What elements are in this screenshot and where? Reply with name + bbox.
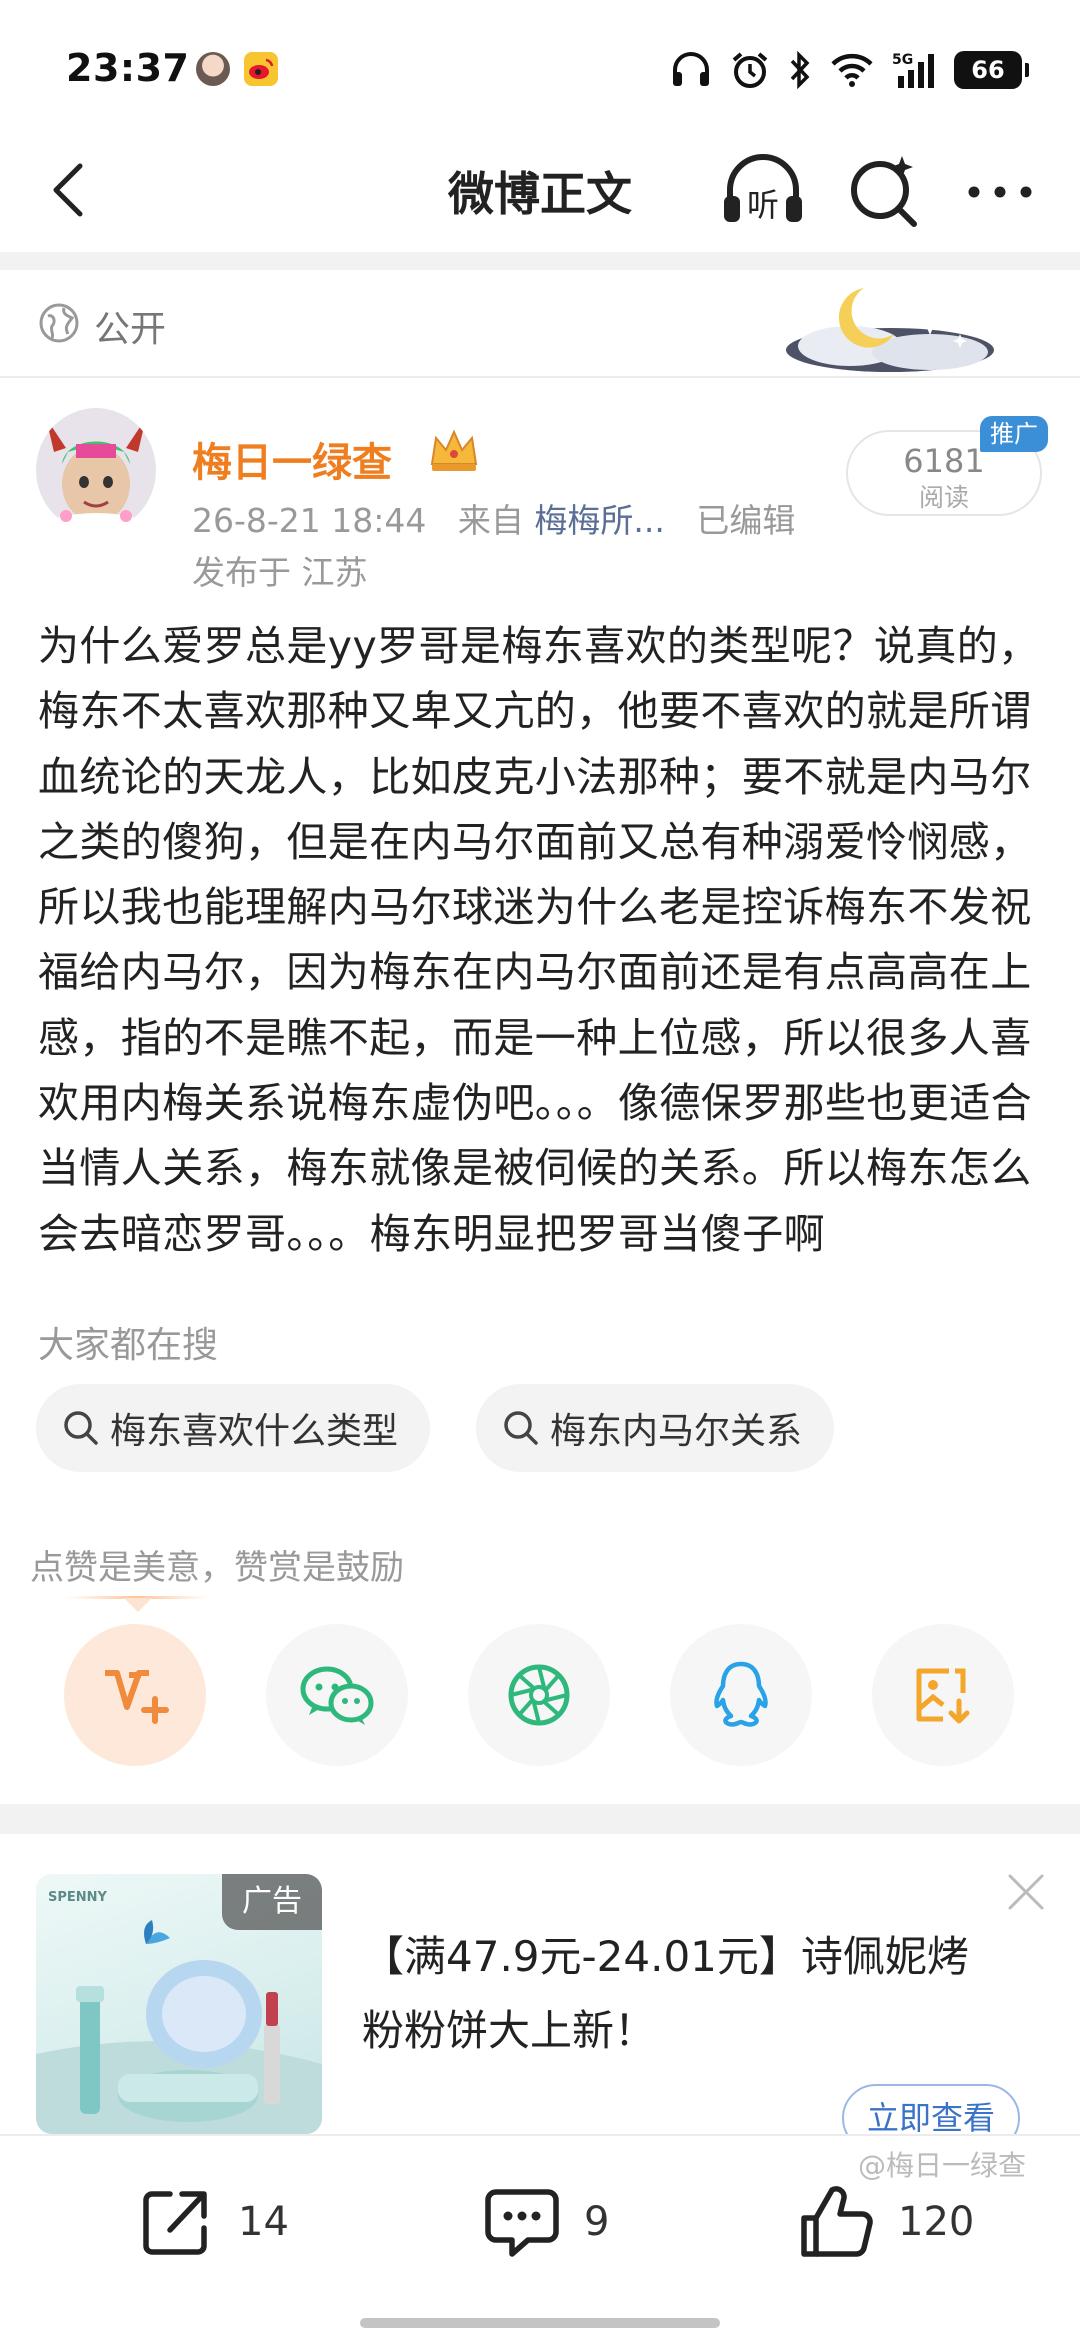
- weibo-notification-icon: [244, 52, 278, 86]
- headphone-listen-icon: 听: [724, 154, 802, 224]
- post-location: 发布于 江苏: [192, 553, 368, 592]
- wechat-icon: [300, 1666, 374, 1725]
- search-chip-label: 梅东内马尔关系: [550, 1411, 803, 1452]
- comment-count: 9: [584, 2199, 610, 2245]
- more-dots-icon: [968, 186, 1032, 198]
- crown-badge-icon: [430, 429, 478, 471]
- author-header: 梅日一绿查 26-8-21 18:44 来自 梅梅所... 已编辑 发布于 江苏…: [0, 390, 1080, 600]
- status-bar: 23:37 5G 66: [0, 0, 1080, 130]
- search-chip-label: 梅东喜欢什么类型: [110, 1411, 399, 1452]
- listen-button[interactable]: 听: [718, 148, 808, 234]
- reward-button[interactable]: [64, 1624, 206, 1766]
- repost-button[interactable]: 14: [136, 2182, 289, 2262]
- ad-badge: 广告: [222, 1874, 322, 1930]
- post-text: 为什么爱罗总是yy罗哥是梅东喜欢的类型呢？说真的，梅东不太喜欢那种又卑又亢的，他…: [38, 622, 1040, 1258]
- moments-icon: [508, 1664, 570, 1726]
- visibility-label: 公开: [94, 309, 167, 350]
- section-divider: [0, 252, 1080, 270]
- listen-label: 听: [747, 186, 779, 224]
- moments-share-button[interactable]: [468, 1624, 610, 1766]
- image-download-icon: [916, 1668, 970, 1724]
- reward-tip: 点赞是美意，赞赏是鼓励: [30, 1548, 404, 1588]
- promo-badge: 推广: [980, 416, 1048, 452]
- avatar-image-icon: [36, 408, 156, 532]
- search-button[interactable]: [844, 150, 924, 230]
- edited-label[interactable]: 已编辑: [696, 501, 795, 540]
- search-chip-2[interactable]: 梅东内马尔关系: [476, 1384, 835, 1472]
- ad-image[interactable]: SPENNY 广告: [36, 1874, 322, 2134]
- thumbs-up-icon: [801, 2186, 873, 2257]
- post-source-link[interactable]: 梅梅所...: [534, 501, 664, 540]
- repost-count: 14: [238, 2199, 289, 2245]
- post-time: 26-8-21 18:44: [192, 501, 427, 540]
- comment-button[interactable]: 9: [482, 2182, 609, 2262]
- weibo-watermark: @梅日一绿查: [858, 2149, 1027, 2182]
- v-plus-icon: [105, 1670, 169, 1724]
- weibo-post-page: 23:37 5G 66 微博正文 听 公开 梅日一绿查 26-8-21 18:4…: [0, 0, 1080, 2344]
- more-options-button[interactable]: [962, 154, 1038, 230]
- search-icon: [64, 1411, 98, 1445]
- ad-view-button[interactable]: 立即查看: [842, 2084, 1020, 2134]
- comment-icon: [485, 2189, 559, 2257]
- moon-decoration-icon: [786, 288, 994, 372]
- reward-tip-pointer: [124, 1598, 152, 1612]
- trending-search-title: 大家都在搜: [38, 1325, 219, 1366]
- globe-icon: [39, 303, 79, 343]
- battery-level: 66: [971, 56, 1005, 84]
- cellular-5g-icon: 5G: [892, 52, 934, 88]
- author-avatar[interactable]: [36, 408, 156, 532]
- like-button[interactable]: 120: [796, 2182, 974, 2262]
- search-chip-1[interactable]: 梅东喜欢什么类型: [36, 1384, 431, 1472]
- ad-card[interactable]: SPENNY 广告 【满47.9元-24.01元】诗佩妮烤粉粉饼大上新！ 立即查…: [0, 1834, 1080, 2134]
- search-icon: [851, 156, 917, 227]
- reads-label: 阅读: [918, 483, 969, 512]
- search-icon: [504, 1411, 538, 1445]
- post-meta: 26-8-21 18:44 来自 梅梅所... 已编辑: [192, 494, 795, 542]
- visibility-row: 公开: [0, 270, 1080, 378]
- qq-icon: [714, 1661, 768, 1727]
- headphones-icon: [673, 52, 709, 86]
- bluetooth-icon: [790, 50, 810, 90]
- qq-share-button[interactable]: [670, 1624, 812, 1766]
- notification-avatar-icon: [196, 52, 230, 86]
- alarm-icon: [732, 52, 768, 88]
- section-divider: [0, 1804, 1080, 1834]
- status-time: 23:37: [66, 46, 190, 90]
- svg-text:5G: 5G: [892, 52, 913, 68]
- ad-close-icon[interactable]: [1004, 1870, 1048, 1914]
- source-prefix: 来自: [457, 501, 524, 540]
- ad-text[interactable]: 【满47.9元-24.01元】诗佩妮烤粉粉饼大上新！: [362, 1920, 1002, 2068]
- status-icons: 5G 66: [670, 48, 1029, 92]
- save-image-button[interactable]: [872, 1624, 1014, 1766]
- like-count: 120: [898, 2199, 975, 2245]
- wifi-icon: [831, 53, 873, 87]
- wechat-share-button[interactable]: [266, 1624, 408, 1766]
- nav-bar: 微博正文 听: [0, 130, 1080, 250]
- home-indicator[interactable]: [360, 2318, 720, 2328]
- author-name[interactable]: 梅日一绿查: [192, 430, 392, 488]
- battery-indicator: 66: [954, 51, 1029, 89]
- repost-icon: [143, 2191, 207, 2255]
